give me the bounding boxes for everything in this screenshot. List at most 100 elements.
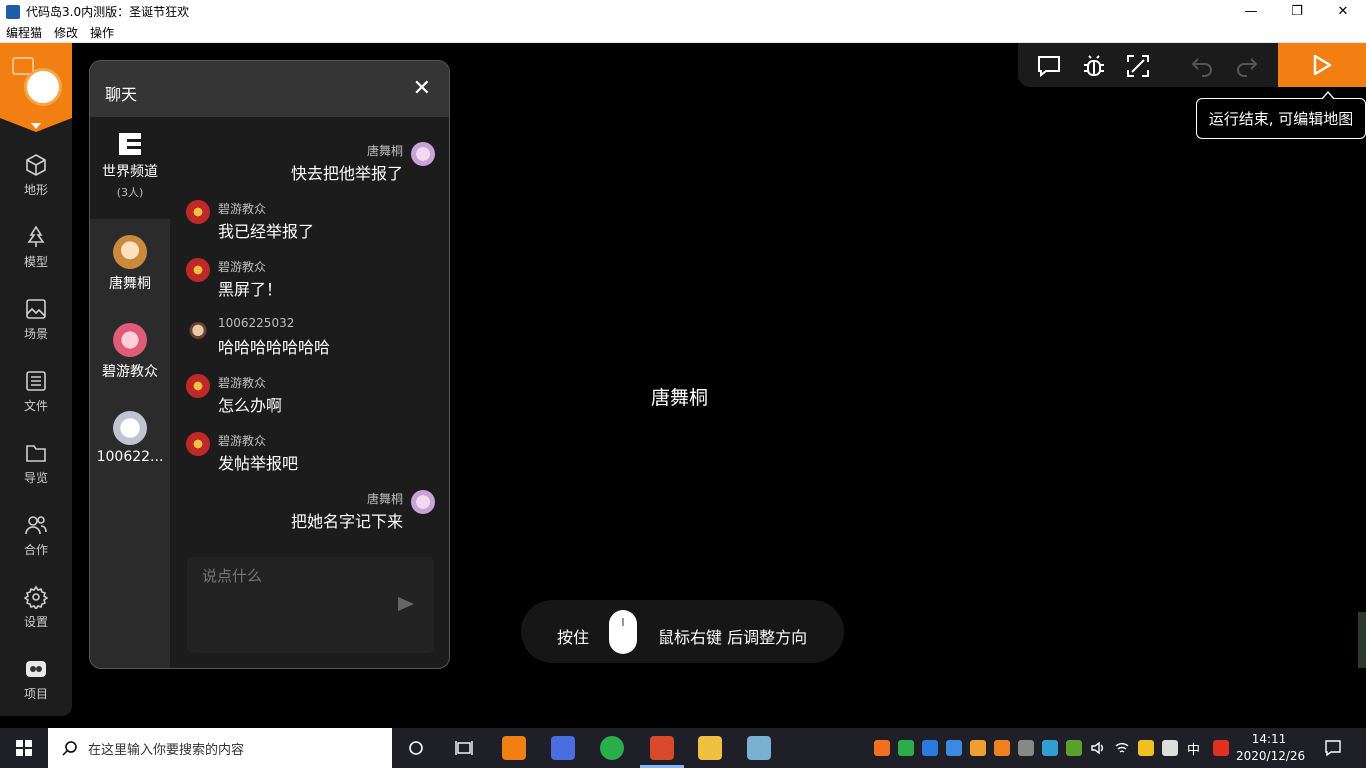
rail-item-label: 地形	[23, 183, 48, 197]
tray-monitor-icon[interactable]	[1018, 740, 1034, 756]
avatar[interactable]	[186, 200, 210, 224]
menu-item-operate[interactable]: 操作	[84, 24, 120, 41]
app-kitten-icon[interactable]	[502, 736, 526, 760]
message-text: 怎么办啊	[218, 396, 283, 415]
undo-icon[interactable]	[1190, 53, 1216, 79]
close-window-button[interactable]: ✕	[1320, 0, 1366, 23]
rail-item-settings[interactable]: 设置	[0, 585, 72, 645]
menu-item-edit[interactable]: 修改	[48, 24, 84, 41]
channel-world[interactable]: 世界频道 (3人)	[90, 117, 170, 219]
run-tooltip: 运行结束, 可编辑地图	[1196, 91, 1366, 139]
app-icon	[6, 4, 20, 19]
notepad-icon[interactable]	[747, 736, 771, 760]
maximize-button[interactable]: ❐	[1274, 0, 1320, 23]
channel-list: 世界频道 (3人) 唐舞桐 碧游教众 100622...	[90, 117, 170, 668]
chat-title: 聊天	[105, 85, 138, 104]
tray-app3-icon[interactable]	[1042, 740, 1058, 756]
channel-user-tangwutong[interactable]: 唐舞桐	[90, 235, 170, 315]
wechat-icon[interactable]	[600, 736, 624, 760]
chat-input[interactable]: 说点什么	[187, 557, 434, 653]
run-button[interactable]	[1278, 43, 1366, 87]
rail-item-file[interactable]: 文件	[0, 369, 72, 429]
taskbar-search[interactable]: 在这里输入你要搜索的内容	[48, 728, 392, 768]
volume-icon[interactable]	[1090, 740, 1106, 756]
avatar[interactable]	[186, 374, 210, 398]
avatar[interactable]	[411, 142, 435, 166]
debug-icon[interactable]	[1081, 53, 1107, 79]
send-icon[interactable]	[398, 597, 414, 611]
cortana-icon[interactable]	[408, 740, 424, 756]
rail-item-terrain[interactable]: 地形	[0, 153, 72, 213]
tree-icon	[27, 225, 45, 247]
player-name-label: 唐舞桐	[651, 387, 709, 409]
chat-input-placeholder: 说点什么	[202, 567, 263, 585]
app-logo-button[interactable]	[0, 43, 72, 118]
scroll-indicator[interactable]	[1358, 612, 1366, 668]
tooltip-arrow-inner	[1322, 93, 1334, 100]
minimize-button[interactable]: —	[1228, 0, 1274, 23]
mouse-icon	[609, 610, 637, 654]
rail-item-scene[interactable]: 场景	[0, 297, 72, 357]
tray-keyboard-icon[interactable]	[1162, 740, 1178, 756]
menu-item-biancheng[interactable]: 编程猫	[0, 24, 48, 41]
tray-m-icon[interactable]	[922, 740, 938, 756]
tray-sogou-icon[interactable]	[1213, 740, 1229, 756]
close-icon[interactable]: ✕	[413, 78, 431, 100]
message-text: 哈哈哈哈哈哈哈	[218, 338, 331, 357]
avatar[interactable]	[186, 258, 210, 282]
channel-name: 唐舞桐	[109, 276, 151, 292]
start-button[interactable]	[0, 728, 48, 768]
channel-user-biyou[interactable]: 碧游教众	[90, 323, 170, 403]
search-placeholder: 在这里输入你要搜索的内容	[88, 742, 245, 758]
clock-date: 2020/12/26	[1236, 749, 1306, 763]
channel-user-1006[interactable]: 100622...	[90, 411, 170, 491]
world-channel-icon	[119, 133, 141, 155]
avatar	[113, 235, 147, 269]
tray-app-icon[interactable]	[970, 740, 986, 756]
wifi-icon[interactable]	[1114, 740, 1130, 756]
avatar[interactable]	[186, 316, 210, 340]
comment-icon[interactable]	[1036, 53, 1062, 79]
file-explorer-icon[interactable]	[698, 736, 722, 760]
input-language[interactable]: 中	[1187, 739, 1200, 758]
folder-icon	[26, 445, 46, 462]
tray-security-icon[interactable]	[1138, 740, 1154, 756]
search-icon	[62, 741, 77, 756]
rail-item-project[interactable]: 项目	[0, 657, 72, 717]
rail-item-model[interactable]: 模型	[0, 225, 72, 285]
windows-icon	[16, 740, 32, 756]
taskbar: 在这里输入你要搜索的内容 中 14:11 2020/12/26	[0, 728, 1366, 768]
mascot-logo-icon	[24, 68, 62, 106]
tray-nvidia-icon[interactable]	[1066, 740, 1082, 756]
play-icon	[1313, 54, 1332, 76]
message-nick: 唐舞桐	[366, 492, 403, 506]
tray-shield-icon[interactable]	[946, 740, 962, 756]
image-icon	[26, 299, 46, 319]
window-title-bar: 代码岛3.0内测版：圣诞节狂欢 — ❐ ✕	[0, 0, 1366, 23]
message-text: 黑屏了！	[218, 280, 283, 299]
channel-name: 世界频道	[102, 164, 158, 180]
taskbar-clock[interactable]: 14:11 2020/12/26	[1236, 731, 1306, 765]
redo-icon[interactable]	[1233, 53, 1259, 79]
rail-item-label: 场景	[23, 327, 48, 341]
task-view-icon[interactable]	[455, 740, 473, 756]
app-codemao-icon[interactable]	[551, 736, 575, 760]
message-nick: 碧游教众	[218, 260, 267, 274]
message-nick: 碧游教众	[218, 202, 267, 216]
message-text: 我已经举报了	[218, 222, 315, 241]
chevron-down-icon[interactable]	[31, 123, 41, 129]
cube-icon	[26, 154, 46, 176]
message-nick: 碧游教众	[218, 376, 267, 390]
avatar[interactable]	[411, 490, 435, 514]
rail-item-guide[interactable]: 导览	[0, 441, 72, 501]
app-codeisland-icon[interactable]	[650, 736, 674, 760]
tray-app2-icon[interactable]	[994, 740, 1010, 756]
avatar	[113, 323, 147, 357]
fullscreen-icon[interactable]	[1125, 53, 1151, 79]
tray-browser-icon[interactable]	[874, 740, 890, 756]
tray-wechat-icon[interactable]	[898, 740, 914, 756]
clock-time: 14:11	[1251, 732, 1287, 746]
rail-item-coop[interactable]: 合作	[0, 513, 72, 573]
notification-icon[interactable]	[1324, 739, 1342, 757]
avatar[interactable]	[186, 432, 210, 456]
